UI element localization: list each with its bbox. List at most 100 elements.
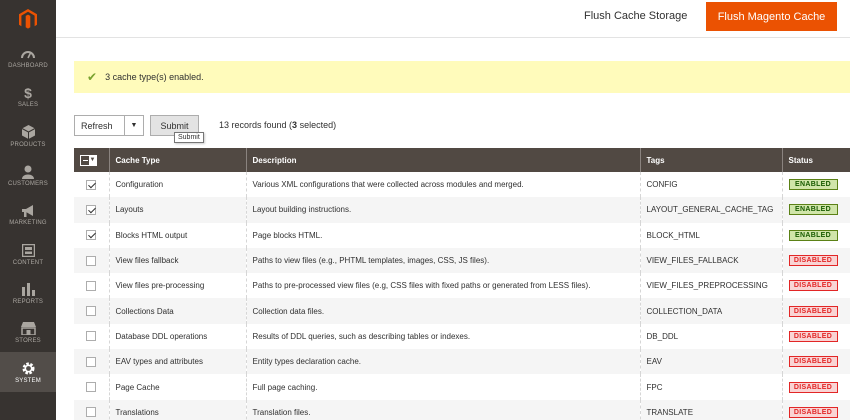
minus-icon [81, 155, 89, 165]
flush-cache-storage-button[interactable]: Flush Cache Storage [584, 10, 687, 22]
success-message: ✔ 3 cache type(s) enabled. [74, 61, 850, 93]
row-select-cell[interactable] [74, 247, 110, 274]
sidebar-item-customers[interactable]: CUSTOMERS [0, 156, 56, 195]
table-row[interactable]: Blocks HTML output Page blocks HTML. BLOCK… [74, 222, 850, 248]
cell-cache-type: View files fallback [109, 247, 247, 274]
triangle-down-icon: ▼ [89, 156, 96, 163]
dashboard-icon [21, 46, 35, 61]
status-badge: ENABLED [788, 204, 838, 216]
column-header-description: Description [246, 148, 641, 172]
check-icon: ✔ [87, 70, 98, 84]
cube-icon [21, 125, 35, 140]
cell-description: Collection data files. [246, 298, 641, 324]
sidebar-item-label: SALES [17, 102, 39, 109]
mass-select-header[interactable]: ▼ [74, 148, 110, 172]
cell-description: Translation files. [246, 399, 641, 420]
row-select-cell[interactable] [74, 222, 110, 248]
cell-tags: BLOCK_HTML [640, 222, 783, 248]
row-checkbox[interactable] [86, 331, 97, 342]
cell-status: DISABLED [782, 247, 850, 274]
cell-description: Layout building instructions. [246, 197, 641, 223]
sidebar-item-label: STORES [15, 338, 41, 345]
mass-action-toolbar: Refresh ▼ Submit Submit 13 records found… [74, 115, 850, 143]
row-select-cell[interactable] [74, 349, 110, 375]
row-select-cell[interactable] [74, 323, 110, 350]
page-actions-header: Flush Cache Storage Flush Magento Cache [56, 0, 850, 38]
row-select-cell[interactable] [74, 399, 110, 420]
table-row[interactable]: View files fallback Paths to view files (… [74, 247, 850, 274]
row-checkbox[interactable] [86, 179, 97, 190]
sidebar-item-label: PRODUCTS [10, 141, 46, 148]
status-badge: DISABLED [788, 356, 838, 368]
sidebar-item-label: SYSTEM [15, 377, 41, 384]
table-row[interactable]: Database DDL operations Results of DDL qu… [74, 323, 850, 350]
sidebar-item-stores[interactable]: STORES [0, 313, 56, 352]
person-icon [22, 164, 34, 179]
mass-action-select[interactable]: Refresh ▼ [74, 115, 144, 136]
row-checkbox[interactable] [86, 204, 97, 215]
sidebar-item-label: MARKETING [9, 220, 47, 227]
dollar-icon: $ [24, 84, 32, 101]
table-row[interactable]: Configuration Various XML configurations … [74, 172, 850, 198]
row-checkbox[interactable] [86, 356, 97, 367]
magento-logo[interactable] [0, 0, 56, 38]
cell-status: DISABLED [782, 298, 850, 324]
sidebar-item-label: REPORTS [12, 298, 44, 305]
cell-status: ENABLED [782, 223, 850, 248]
main-content: Flush Cache Storage Flush Magento Cache … [56, 0, 850, 420]
table-row[interactable]: View files pre-processing Paths to pre-pr… [74, 273, 850, 299]
flush-magento-cache-button[interactable]: Flush Magento Cache [706, 2, 837, 31]
cell-tags: FPC [640, 374, 783, 400]
row-checkbox[interactable] [86, 306, 97, 317]
row-select-cell[interactable] [74, 172, 110, 198]
status-badge: ENABLED [788, 229, 838, 241]
table-row[interactable]: EAV types and attributes Entity types dec… [74, 349, 850, 375]
cell-cache-type: Collections Data [109, 298, 247, 324]
row-select-cell[interactable] [74, 273, 110, 299]
content-icon [21, 243, 35, 258]
sidebar-item-marketing[interactable]: MARKETING [0, 195, 56, 234]
table-row[interactable]: Layouts Layout building instructions. LAYO… [74, 197, 850, 223]
cell-description: Paths to view files (e.g., PHTML templat… [246, 247, 641, 274]
sidebar-item-system[interactable]: SYSTEM [0, 352, 56, 392]
triangle-down-icon[interactable]: ▼ [124, 116, 143, 135]
cell-tags: COLLECTION_DATA [640, 298, 783, 324]
cell-tags: DB_DDL [640, 323, 783, 350]
sidebar-item-products[interactable]: PRODUCTS [0, 117, 56, 156]
row-checkbox[interactable] [86, 230, 97, 241]
row-checkbox[interactable] [86, 255, 97, 266]
cell-description: Results of DDL queries, such as describi… [246, 323, 641, 350]
sidebar-item-sales[interactable]: $ SALES [0, 77, 56, 116]
column-header-cache-type: Cache Type [109, 148, 247, 172]
cell-cache-type: Translations [109, 399, 247, 420]
cell-cache-type: Blocks HTML output [109, 222, 247, 248]
cell-cache-type: View files pre-processing [109, 273, 247, 299]
cell-status: DISABLED [782, 324, 850, 349]
megaphone-icon [21, 203, 36, 218]
row-checkbox[interactable] [86, 407, 97, 418]
cell-status: ENABLED [782, 197, 850, 223]
row-checkbox[interactable] [86, 280, 97, 291]
status-badge: DISABLED [788, 280, 838, 292]
status-badge: DISABLED [788, 406, 838, 418]
table-row[interactable]: Collections Data Collection data files. CO… [74, 298, 850, 324]
cell-tags: TRANSLATE [640, 399, 783, 420]
row-select-cell[interactable] [74, 197, 110, 223]
cell-tags: EAV [640, 349, 783, 375]
cell-status: DISABLED [782, 349, 850, 375]
sidebar-item-label: CONTENT [12, 259, 44, 266]
sidebar-item-reports[interactable]: REPORTS [0, 274, 56, 313]
cell-description: Paths to pre-processed view files (e.g, … [246, 273, 641, 299]
sidebar-item-dashboard[interactable]: DASHBOARD [0, 38, 56, 77]
table-row[interactable]: Translations Translation files. TRANSLATE D… [74, 399, 850, 420]
row-checkbox[interactable] [86, 382, 97, 393]
cell-cache-type: EAV types and attributes [109, 349, 247, 375]
table-row[interactable]: Page Cache Full page caching. FPC DISABLED [74, 374, 850, 400]
mass-select-control[interactable]: ▼ [80, 154, 97, 166]
gear-icon [21, 361, 36, 376]
sidebar-item-label: DASHBOARD [8, 63, 48, 70]
row-select-cell[interactable] [74, 374, 110, 400]
row-select-cell[interactable] [74, 298, 110, 324]
submit-tooltip: Submit [174, 132, 204, 143]
sidebar-item-content[interactable]: CONTENT [0, 234, 56, 273]
